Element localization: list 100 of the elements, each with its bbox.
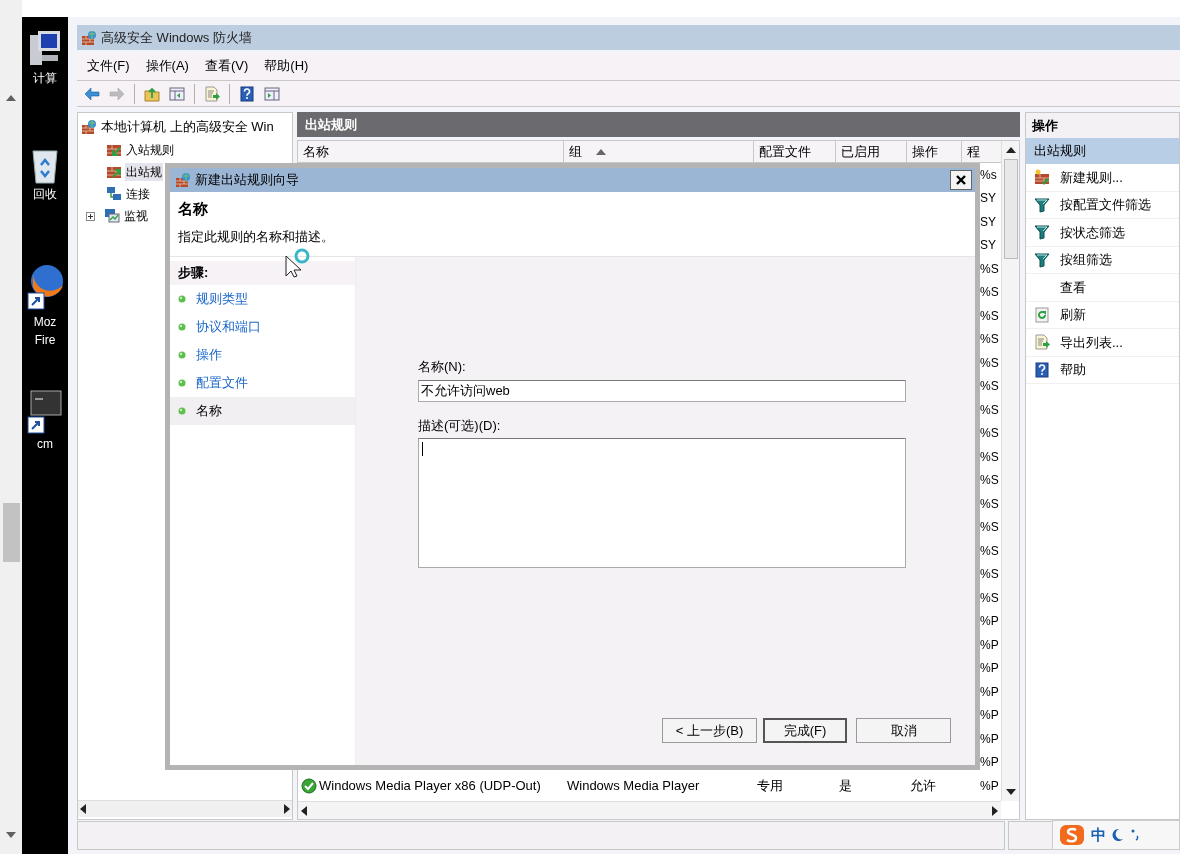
desktop-icon-label: 计算 — [33, 70, 57, 87]
scroll-up-icon — [6, 95, 16, 101]
menu-item[interactable]: 帮助(H) — [258, 54, 315, 78]
scroll-left-icon — [301, 805, 307, 816]
panel-header: 出站规则 — [297, 112, 1020, 137]
scrollbar-thumb[interactable] — [3, 503, 20, 562]
input-mode-indicator[interactable]: 中 — [1091, 823, 1106, 847]
tree-item[interactable]: 出站规 — [125, 163, 163, 181]
funnel-icon — [1034, 196, 1050, 213]
tree-item[interactable]: 本地计算机 上的高级安全 Win — [101, 117, 274, 137]
table-cell-text: %S — [980, 495, 999, 513]
desktop-icon-label: 回收 — [33, 186, 57, 203]
action-link[interactable]: 新建规则... — [1060, 167, 1123, 187]
menu-item[interactable]: 操作(A) — [139, 54, 195, 78]
table-cell-text: %P — [980, 777, 999, 795]
column-header[interactable]: 操作 — [907, 141, 962, 163]
window-title: 高级安全 Windows 防火墙 — [101, 28, 252, 47]
field-label: 名称(N): — [418, 358, 467, 376]
close-button[interactable] — [950, 170, 972, 190]
section-header[interactable]: 出站规则 — [1026, 138, 1179, 164]
action-link[interactable]: 刷新 — [1060, 305, 1086, 325]
check-circle-icon — [301, 777, 317, 794]
action-link[interactable]: 帮助 — [1060, 360, 1086, 380]
horizontal-scrollbar[interactable] — [78, 800, 292, 817]
column-header[interactable]: 程 — [962, 141, 1001, 163]
table-cell-text: 允许 — [910, 777, 936, 795]
step-bullet-icon — [178, 295, 186, 303]
dialog-button[interactable]: < 上一步(B) — [662, 718, 757, 743]
computers-icon — [106, 186, 122, 202]
wizard-step[interactable]: 操作 — [170, 341, 355, 369]
action-link[interactable]: 按状态筛选 — [1060, 222, 1125, 242]
step-bullet-icon — [178, 379, 186, 387]
action-link[interactable]: 导出列表... — [1060, 332, 1123, 352]
scrollbar-thumb[interactable] — [1003, 159, 1018, 259]
panel-header: 操作 — [1026, 113, 1179, 138]
desktop-icon-label: Moz — [33, 314, 57, 331]
table-cell-text: %S — [980, 472, 999, 490]
wizard-step[interactable]: 配置文件 — [170, 369, 355, 397]
action-link[interactable]: 按配置文件筛选 — [1060, 195, 1151, 215]
tree-item[interactable]: 连接 — [125, 185, 151, 203]
table-cell-text: %S — [980, 425, 999, 443]
table-cell-text: %S — [980, 331, 999, 349]
scroll-up-icon — [1005, 147, 1016, 153]
desktop-icon-label: Fire — [34, 332, 56, 349]
scroll-down-icon — [6, 832, 16, 838]
help-icon — [1034, 361, 1050, 378]
wizard-step[interactable]: 协议和端口 — [170, 313, 355, 341]
table-cell-text: %S — [980, 307, 999, 325]
table-cell-text: %P — [980, 707, 999, 725]
dialog-button[interactable]: 取消 — [856, 718, 951, 743]
scroll-down-icon — [1005, 789, 1016, 795]
expand-icon[interactable] — [86, 211, 95, 221]
step-bullet-icon — [178, 351, 186, 359]
brick-wall-icon — [175, 172, 191, 188]
pane-toggle-icon — [169, 85, 185, 102]
menu-item[interactable]: 查看(V) — [198, 54, 255, 78]
name-field[interactable]: 不允许访问web — [418, 379, 906, 402]
column-header[interactable]: 已启用 — [836, 141, 907, 163]
desktop-icon-label: cm — [37, 436, 53, 453]
table-cell-text: %S — [980, 284, 999, 302]
table-cell-text: %S — [980, 566, 999, 584]
document-arrow-icon — [1034, 334, 1050, 351]
action-link[interactable]: 查看 — [1060, 277, 1086, 297]
brick-wall-icon — [81, 119, 97, 135]
back-arrow-icon — [84, 85, 100, 102]
dialog-title: 新建出站规则向导 — [195, 171, 300, 190]
table-cell-text: %S — [980, 448, 999, 466]
sort-ascending-icon — [596, 148, 606, 155]
table-cell-text: %S — [980, 378, 999, 396]
column-header[interactable]: 组 — [564, 141, 754, 163]
table-cell-text: %S — [980, 589, 999, 607]
funnel-icon — [1034, 224, 1050, 241]
refresh-icon — [1034, 306, 1050, 323]
menu-item[interactable]: 文件(F) — [81, 54, 136, 78]
table-cell-text: %S — [980, 354, 999, 372]
description-field[interactable] — [418, 438, 906, 568]
vertical-scrollbar[interactable] — [1001, 141, 1019, 801]
tree-item[interactable]: 入站规则 — [125, 141, 175, 159]
wizard-step[interactable]: 名称 — [170, 397, 355, 425]
steps-title: 步骤: — [170, 261, 355, 285]
page-heading: 名称 — [178, 199, 209, 219]
funnel-icon — [1034, 251, 1050, 268]
step-bullet-icon — [178, 407, 186, 415]
scroll-left-icon — [80, 804, 86, 814]
scroll-right-icon — [992, 805, 998, 816]
table-cell-text: %S — [980, 401, 999, 419]
terminal-shortcut-icon — [27, 389, 63, 435]
dialog-button[interactable]: 完成(F) — [763, 718, 847, 743]
table-cell-text: 专用 — [757, 777, 783, 795]
table-cell-text: Windows Media Player x86 (UDP-Out) — [319, 777, 541, 795]
horizontal-scrollbar[interactable] — [298, 801, 1001, 819]
action-link[interactable]: 按组筛选 — [1060, 250, 1112, 270]
wizard-step[interactable]: 规则类型 — [170, 285, 355, 313]
monitor-chart-icon — [104, 208, 120, 224]
page-subtitle: 指定此规则的名称和描述。 — [178, 227, 335, 246]
brick-star-icon — [1034, 169, 1050, 186]
field-label: 描述(可选)(D): — [418, 416, 502, 435]
column-header[interactable]: 配置文件 — [754, 141, 836, 163]
tree-item[interactable]: 监视 — [123, 207, 149, 225]
column-header[interactable]: 名称 — [298, 141, 564, 163]
